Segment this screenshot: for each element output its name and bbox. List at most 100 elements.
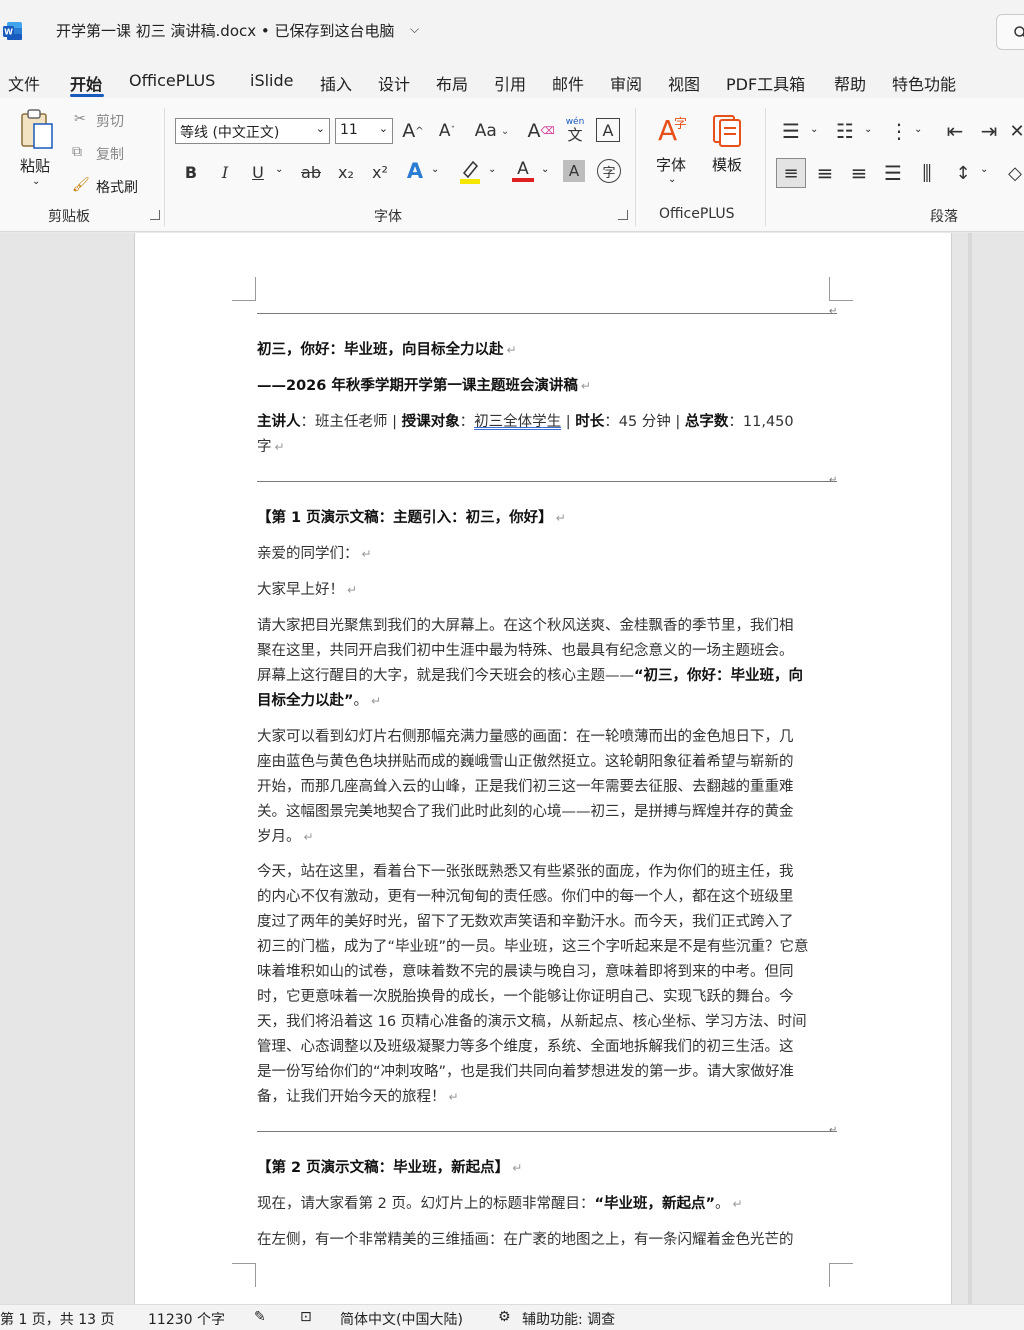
proofing-icon[interactable]: ✎ [254, 1309, 266, 1325]
focus-icon[interactable]: ⊡ [300, 1309, 312, 1325]
vertical-scrollbar[interactable] [968, 233, 972, 1304]
greeting-line-1[interactable]: 亲爱的同学们： ↵ [257, 542, 823, 567]
decrease-indent-icon[interactable]: ⇤ [942, 118, 968, 144]
paste-chevron-icon[interactable]: ⌄ [32, 176, 40, 187]
officeplus-font-chevron-icon[interactable]: ⌄ [668, 174, 676, 185]
bold-button[interactable]: B [180, 160, 202, 184]
font-launcher-icon[interactable] [618, 210, 628, 220]
word-count[interactable]: 11230 个字 [148, 1309, 225, 1329]
doc-title-line[interactable]: 初三，你好：毕业班，向目标全力以赴 ↵ [257, 338, 823, 363]
highlight-chevron-icon[interactable]: ⌄ [488, 164, 496, 175]
format-painter-button[interactable]: 格式刷 [96, 177, 138, 197]
align-right-icon[interactable]: ≡ [846, 158, 872, 188]
officeplus-font-button[interactable]: 字体 [656, 154, 686, 175]
doc-subtitle-line[interactable]: ——2026 年秋季学期开学第一课主题班会演讲稿 ↵ [257, 374, 823, 399]
font-color-chevron-icon[interactable]: ⌄ [541, 164, 549, 175]
paste-button[interactable]: 粘贴 [20, 155, 50, 176]
tab-home[interactable]: 开始 [70, 71, 102, 95]
strikethrough-button[interactable]: ab [298, 160, 324, 184]
page-count[interactable]: 第 1 页，共 13 页 [0, 1309, 115, 1329]
grow-font-icon[interactable]: A ^ [400, 118, 426, 144]
line-spacing-chevron-icon[interactable]: ⌄ [980, 164, 988, 175]
paragraph-1[interactable]: 请大家把目光聚焦到我们的大屏幕上。在这个秋风送爽、金桂飘香的季节里，我们相 聚在… [257, 614, 823, 714]
multilevel-list-icon[interactable]: ⋮ [886, 118, 912, 144]
bullets-icon[interactable]: ☰ [778, 118, 804, 144]
paragraph-mark-icon: ↵ [829, 475, 838, 486]
margin-corner-bottom-right [829, 1263, 853, 1287]
tab-view[interactable]: 视图 [668, 71, 700, 95]
tab-help[interactable]: 帮助 [834, 71, 866, 95]
char-shading-icon[interactable]: A [563, 160, 585, 182]
horizontal-rule [257, 481, 837, 482]
language-status[interactable]: 简体中文(中国大陆) [340, 1309, 463, 1329]
tab-layout[interactable]: 布局 [436, 71, 468, 95]
chinese-layout-icon[interactable]: ✕ [1009, 118, 1024, 144]
paragraph-4[interactable]: 现在，请大家看第 2 页。幻灯片上的标题非常醒目：“毕业班，新起点”。 ↵ [257, 1192, 823, 1217]
font-group-label: 字体 [374, 209, 402, 225]
chevron-down-icon[interactable]: ⌵ [410, 22, 419, 37]
font-color-icon[interactable]: A [510, 158, 536, 184]
clipboard-launcher-icon[interactable] [150, 210, 160, 220]
scissors-icon: ✂ [74, 111, 86, 127]
tab-design[interactable]: 设计 [378, 71, 410, 95]
template-icon[interactable] [710, 112, 746, 148]
subscript-button[interactable]: x₂ [334, 160, 358, 184]
line-spacing-icon[interactable]: ↕ [950, 158, 976, 188]
horizontal-rule [257, 313, 837, 314]
align-center-icon[interactable]: ≡ [812, 158, 838, 188]
pinyin-guide-icon[interactable]: wén 文 [562, 112, 588, 146]
copy-button[interactable]: 复制 [96, 144, 124, 164]
tab-special[interactable]: 特色功能 [892, 71, 956, 95]
tab-review[interactable]: 审阅 [610, 71, 642, 95]
search-button[interactable] [996, 14, 1024, 50]
status-bar: 第 1 页，共 13 页 11230 个字 ✎ ⊡ 简体中文(中国大陆) ⚙ 辅… [0, 1304, 1024, 1330]
accessibility-icon: ⚙ [498, 1309, 511, 1325]
enclose-char-icon[interactable]: 字 [597, 159, 621, 183]
tab-islide[interactable]: iSlide [250, 71, 294, 90]
numbering-icon[interactable]: ☷ [832, 118, 858, 144]
font-size-select[interactable]: 11 ⌄ [335, 118, 393, 144]
superscript-button[interactable]: x² [368, 160, 392, 184]
tab-references[interactable]: 引用 [494, 71, 526, 95]
numbering-chevron-icon[interactable]: ⌄ [864, 124, 872, 135]
paragraph-2[interactable]: 大家可以看到幻灯片右侧那幅充满力量感的画面：在一轮喷薄而出的金色旭日下，几 座由… [257, 725, 823, 850]
underline-button[interactable]: U [247, 160, 269, 184]
justify-icon[interactable]: ☰ [880, 158, 906, 188]
search-icon [1014, 26, 1024, 38]
accessibility-status[interactable]: 辅助功能: 调查 [522, 1309, 615, 1329]
highlight-icon[interactable] [457, 158, 483, 184]
multilevel-chevron-icon[interactable]: ⌄ [914, 124, 922, 135]
italic-button[interactable]: I [214, 160, 236, 184]
active-tab-indicator [70, 94, 104, 97]
paste-icon[interactable] [14, 108, 58, 152]
cut-button[interactable]: 剪切 [96, 111, 124, 131]
paragraph-5[interactable]: 在左侧，有一个非常精美的三维插画：在广袤的地图之上，有一条闪耀着金色光芒的 [257, 1228, 823, 1253]
bullets-chevron-icon[interactable]: ⌄ [810, 124, 818, 135]
tab-insert[interactable]: 插入 [320, 71, 352, 95]
text-effects-chevron-icon[interactable]: ⌄ [431, 164, 439, 175]
change-case-button[interactable]: Aa ⌄ [471, 118, 513, 144]
font-name-select[interactable]: 等线 (中文正文) ⌄ [175, 118, 330, 144]
template-button[interactable]: 模板 [712, 154, 742, 175]
align-left-icon[interactable]: ≡ [776, 158, 806, 188]
officeplus-font-icon[interactable]: A 字 [654, 112, 690, 148]
char-border-icon[interactable]: A [596, 118, 620, 142]
underline-chevron-icon[interactable]: ⌄ [275, 164, 283, 175]
tab-officeplus[interactable]: OfficePLUS [129, 71, 215, 90]
doc-meta-line[interactable]: 主讲人：班主任老师 | 授课对象：初三全体学生 | 时长：45 分钟 | 总字数… [257, 410, 827, 460]
tab-mailings[interactable]: 邮件 [552, 71, 584, 95]
greeting-line-2[interactable]: 大家早上好！ ↵ [257, 578, 823, 603]
distributed-icon[interactable]: ⫼ [914, 158, 940, 188]
shrink-font-icon[interactable]: Aˇ [434, 118, 460, 144]
shading-icon[interactable]: ◇ [1006, 158, 1024, 188]
increase-indent-icon[interactable]: ⇥ [976, 118, 1002, 144]
margin-corner-top-right [829, 277, 853, 301]
paragraph-3[interactable]: 今天，站在这里，看着台下一张张既熟悉又有些紧张的面庞，作为你们的班主任，我 的内… [257, 860, 823, 1110]
tab-pdf-tools[interactable]: PDF工具箱 [726, 71, 805, 95]
document-title[interactable]: 开学第一课 初三 演讲稿.docx • 已保存到这台电脑 [56, 20, 395, 41]
section-2-heading[interactable]: 【第 2 页演示文稿：毕业班，新起点】 ↵ [257, 1156, 823, 1181]
section-1-heading[interactable]: 【第 1 页演示文稿：主题引入：初三，你好】 ↵ [257, 506, 823, 531]
text-effects-icon[interactable]: A [402, 158, 428, 184]
tab-file[interactable]: 文件 [8, 71, 40, 95]
clear-format-icon[interactable]: A ⌫ [527, 118, 554, 144]
